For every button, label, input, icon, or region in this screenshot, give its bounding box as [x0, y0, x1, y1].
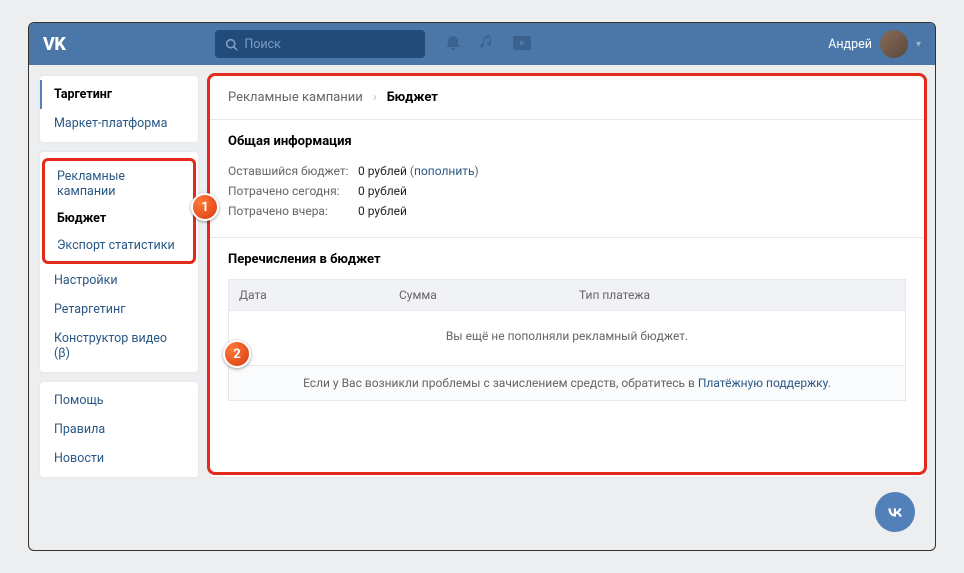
fab-vk-button[interactable]	[875, 492, 915, 532]
col-sum: Сумма	[389, 280, 569, 310]
main-content: Рекламные кампании › Бюджет Общая информ…	[209, 75, 925, 478]
notifications-icon[interactable]	[445, 34, 461, 54]
label-remaining-budget: Оставшийся бюджет:	[228, 164, 358, 178]
footer-suffix: .	[828, 376, 831, 390]
video-icon[interactable]	[513, 35, 531, 54]
sidebar-group-main: Таргетинг Маркет-платформа	[39, 75, 199, 143]
sidebar-item-export-stats[interactable]: Экспорт статистики	[45, 232, 193, 259]
sidebar-item-retargeting[interactable]: Ретаргетинг	[40, 295, 198, 324]
topup-link[interactable]: пополнить	[414, 164, 475, 178]
sidebar-item-video-builder[interactable]: Конструктор видео (β)	[40, 324, 198, 368]
breadcrumb-current: Бюджет	[387, 90, 438, 105]
avatar	[880, 30, 908, 58]
col-payment-type: Тип платежа	[569, 280, 905, 310]
callout-badge-1: 1	[191, 193, 219, 221]
top-header: VK Поиск Андрей ▾	[29, 23, 935, 65]
col-date: Дата	[229, 280, 389, 310]
value-spent-yesterday: 0 рублей	[358, 204, 407, 218]
music-icon[interactable]	[479, 34, 495, 54]
general-info-title: Общая информация	[228, 134, 906, 149]
label-spent-yesterday: Потрачено вчера:	[228, 204, 358, 218]
section-transfers: Перечисления в бюджет	[210, 238, 924, 267]
sidebar-item-budget[interactable]: Бюджет	[45, 205, 193, 232]
sidebar-item-rules[interactable]: Правила	[40, 415, 198, 444]
row-spent-yesterday: Потрачено вчера: 0 рублей	[228, 201, 906, 221]
value-remaining-budget: 0 рублей	[358, 164, 407, 178]
chevron-down-icon: ▾	[916, 39, 921, 50]
transfers-table: Дата Сумма Тип платежа Вы ещё не пополня…	[228, 279, 906, 401]
vk-logo[interactable]: VK	[43, 34, 65, 55]
sidebar-item-help[interactable]: Помощь	[40, 386, 198, 415]
section-general-info: Общая информация Оставшийся бюджет: 0 ру…	[210, 120, 924, 227]
user-name: Андрей	[828, 37, 872, 52]
vk-glyph-icon	[884, 501, 906, 523]
footer-prefix: Если у Вас возникли проблемы с зачислени…	[303, 376, 698, 390]
row-spent-today: Потрачено сегодня: 0 рублей	[228, 181, 906, 201]
value-spent-today: 0 рублей	[358, 184, 407, 198]
transfers-title: Перечисления в бюджет	[228, 252, 906, 267]
sidebar: Таргетинг Маркет-платформа Рекламные кам…	[39, 75, 199, 478]
sidebar-item-settings[interactable]: Настройки	[40, 266, 198, 295]
table-empty-message: Вы ещё не пополняли рекламный бюджет.	[229, 311, 905, 366]
sidebar-group-help: Помощь Правила Новости	[39, 381, 199, 478]
search-icon	[225, 38, 238, 51]
sidebar-item-market-platform[interactable]: Маркет-платформа	[40, 109, 198, 138]
sidebar-item-targeting[interactable]: Таргетинг	[40, 80, 198, 109]
table-footer: Если у Вас возникли проблемы с зачислени…	[229, 366, 905, 400]
search-input[interactable]: Поиск	[215, 30, 425, 58]
sidebar-highlight-budget: Рекламные кампании Бюджет Экспорт статис…	[42, 158, 196, 264]
sidebar-group-ads: Рекламные кампании Бюджет Экспорт статис…	[39, 151, 199, 373]
chevron-right-icon: ›	[373, 90, 377, 105]
label-spent-today: Потрачено сегодня:	[228, 184, 358, 198]
row-remaining-budget: Оставшийся бюджет: 0 рублей (пополнить)	[228, 161, 906, 181]
user-menu[interactable]: Андрей ▾	[828, 30, 921, 58]
sidebar-item-campaigns[interactable]: Рекламные кампании	[45, 163, 193, 205]
payment-support-link[interactable]: Платёжную поддержку	[698, 376, 828, 390]
callout-badge-2: 2	[223, 340, 251, 368]
sidebar-item-news[interactable]: Новости	[40, 444, 198, 473]
table-header: Дата Сумма Тип платежа	[229, 280, 905, 311]
search-placeholder: Поиск	[244, 37, 281, 52]
breadcrumb: Рекламные кампании › Бюджет	[210, 76, 924, 120]
breadcrumb-parent[interactable]: Рекламные кампании	[228, 90, 363, 105]
